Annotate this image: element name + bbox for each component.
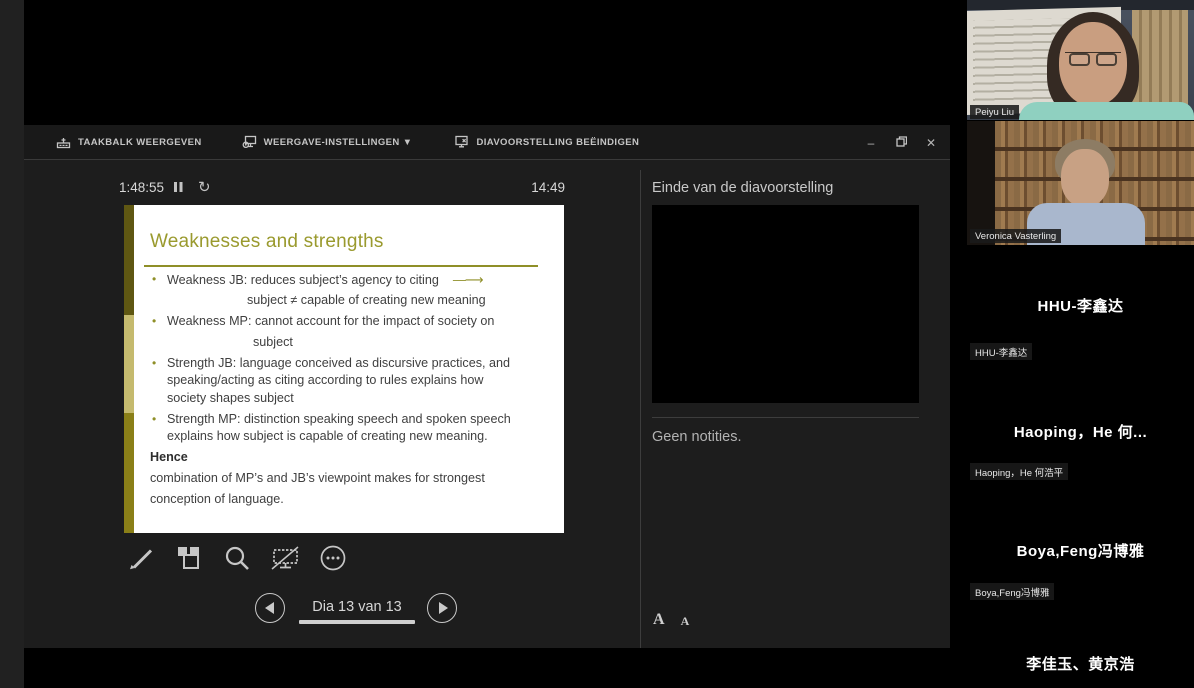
slide-accent-bar	[124, 205, 134, 533]
slide-line: subject ≠ capable of creating new meanin…	[150, 292, 558, 309]
ellipsis-icon	[319, 544, 347, 572]
slide-body: •Weakness JB: reduces subject’s agency t…	[150, 271, 558, 508]
participant-face	[1061, 149, 1109, 207]
pane-divider[interactable]	[640, 170, 641, 648]
next-slide-button[interactable]	[427, 593, 457, 623]
bullet-marker: •	[152, 355, 156, 372]
end-slideshow-icon	[454, 135, 469, 149]
next-slide-header: Einde van de diavoorstelling	[652, 180, 833, 196]
end-slideshow-label: DIAVOORSTELLING BEËINDIGEN	[476, 137, 639, 148]
bullet-marker: •	[152, 271, 156, 288]
restart-timer-button[interactable]: ↻	[198, 178, 211, 196]
slide-counter: Dia 13 van 13	[299, 599, 415, 624]
slide-line: speaking/acting as citing according to r…	[150, 372, 558, 389]
presenter-view-window: TAAKBALK WEERGEVEN WEERGAVE-INSTELLINGEN…	[24, 125, 950, 648]
participant-display-name: Boya,Feng冯博雅	[967, 540, 1194, 561]
video-tile-veronica-vasterling[interactable]: Veronica Vasterling	[967, 121, 1194, 245]
annotation-tools	[125, 543, 348, 573]
magnifier-icon	[223, 544, 251, 572]
participant-shirt	[1019, 102, 1194, 120]
pen-icon	[127, 544, 155, 572]
participant-display-name: Haoping，He 何...	[967, 421, 1194, 442]
participant-tile-haoping[interactable]: Haoping，He 何... Haoping，He 何浩平	[967, 365, 1194, 485]
slide-divider-line	[144, 265, 538, 267]
pen-tool-button[interactable]	[125, 543, 156, 573]
previous-slide-button[interactable]	[255, 593, 285, 623]
bullet-marker: •	[152, 313, 156, 330]
display-settings-icon	[242, 135, 257, 149]
notes-divider[interactable]	[652, 417, 919, 418]
show-taskbar-label: TAAKBALK WEERGEVEN	[78, 137, 202, 148]
slide-bullet: •Weakness JB: reduces subject’s agency t…	[150, 271, 558, 288]
participant-display-name: HHU-李鑫达	[967, 295, 1194, 316]
pause-timer-button[interactable]	[173, 181, 184, 196]
clock: 14:49	[499, 180, 565, 195]
notes-font-controls: A A	[653, 611, 689, 629]
taskbar-icon	[56, 135, 71, 149]
timer-row: 1:48:55 ↻ 14:49	[119, 177, 559, 199]
display-settings-label: WEERGAVE-INSTELLINGEN ▼	[264, 137, 413, 148]
arrow-left-icon	[265, 602, 274, 614]
zoom-slide-button[interactable]	[221, 543, 252, 573]
participant-name-label: Peiyu Liu	[970, 105, 1019, 119]
slide-line: society shapes subject	[150, 390, 558, 407]
slide-line: conception of language.	[150, 491, 558, 508]
participant-name-label: HHU-李鑫达	[970, 343, 1032, 360]
pause-icon	[173, 181, 184, 193]
font-increase-button[interactable]: A	[653, 611, 665, 629]
desktop-left-strip	[0, 0, 24, 688]
arrow-right-icon	[439, 602, 448, 614]
end-slideshow-button[interactable]: DIAVOORSTELLING BEËINDIGEN	[454, 135, 639, 149]
video-tile-peiyu-liu[interactable]: Peiyu Liu	[967, 0, 1194, 120]
participant-name-label: Veronica Vasterling	[970, 229, 1061, 243]
restore-icon	[896, 136, 907, 147]
participant-name-label: Boya,Feng冯博雅	[970, 583, 1054, 600]
slide-line: Hence	[150, 449, 558, 466]
slide-bullet: •Strength JB: language conceived as disc…	[150, 355, 558, 372]
slide-line: explains how subject is capable of creat…	[150, 428, 558, 445]
slide-navigation: Dia 13 van 13	[255, 593, 465, 627]
minimize-button[interactable]: –	[862, 134, 880, 152]
slide-thumbnails-icon	[175, 544, 203, 572]
window-controls: – ✕	[862, 125, 940, 160]
slide-title: Weaknesses and strengths	[150, 231, 558, 253]
participants-sidebar: Peiyu Liu Veronica Vasterling HHU-李鑫达 HH…	[967, 0, 1194, 688]
black-screen-button[interactable]	[269, 543, 300, 573]
slide-progress-bar	[299, 620, 415, 624]
slide-bullet: •Strength MP: distinction speaking speec…	[150, 411, 558, 428]
current-slide[interactable]: Weaknesses and strengths •Weakness JB: r…	[124, 205, 564, 533]
arrow-annotation: —⟶	[453, 272, 483, 287]
slide-line: combination of MP’s and JB’s viewpoint m…	[150, 470, 558, 487]
presenter-toolbar: TAAKBALK WEERGEVEN WEERGAVE-INSTELLINGEN…	[24, 125, 950, 160]
background-shadow	[967, 121, 995, 245]
close-button[interactable]: ✕	[922, 134, 940, 152]
elapsed-timer: 1:48:55	[119, 180, 164, 195]
participant-display-name: 李佳玉、黄京浩	[967, 653, 1194, 674]
font-decrease-button[interactable]: A	[681, 614, 690, 629]
participant-tile-lijiayu[interactable]: 李佳玉、黄京浩	[967, 605, 1194, 688]
participant-name-label: Haoping，He 何浩平	[970, 463, 1068, 480]
slide-line: subject	[150, 334, 558, 351]
restore-button[interactable]	[892, 134, 910, 152]
display-settings-button[interactable]: WEERGAVE-INSTELLINGEN ▼	[242, 135, 413, 149]
notes-text: Geen notities.	[652, 429, 741, 445]
show-taskbar-button[interactable]: TAAKBALK WEERGEVEN	[56, 135, 202, 149]
bullet-marker: •	[152, 411, 156, 428]
participant-tile-hhu[interactable]: HHU-李鑫达 HHU-李鑫达	[967, 245, 1194, 365]
next-slide-preview[interactable]	[652, 205, 919, 403]
more-options-button[interactable]	[317, 543, 348, 573]
screen-slash-icon	[270, 544, 300, 572]
slide-content: Weaknesses and strengths •Weakness JB: r…	[134, 205, 558, 533]
participant-tile-boya[interactable]: Boya,Feng冯博雅 Boya,Feng冯博雅	[967, 485, 1194, 605]
slide-bullet: •Weakness MP: cannot account for the imp…	[150, 313, 558, 330]
glasses	[1065, 52, 1121, 66]
see-all-slides-button[interactable]	[173, 543, 204, 573]
slide-counter-label: Dia 13 van 13	[299, 599, 415, 615]
